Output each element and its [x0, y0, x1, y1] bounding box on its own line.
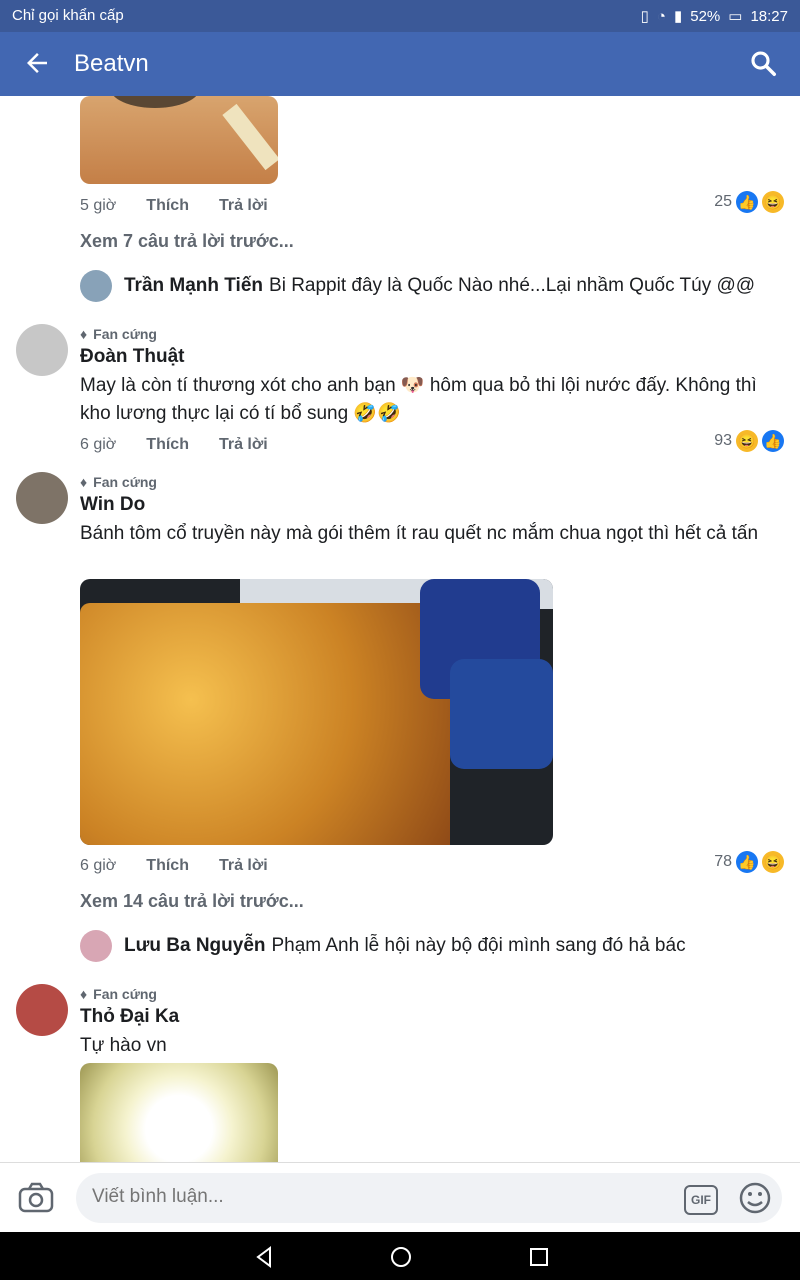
like-reaction-icon: 👍 — [736, 851, 758, 873]
like-button[interactable]: Thích — [146, 436, 189, 454]
reply-author: Lưu Ba Nguyễn — [124, 935, 266, 956]
nav-home-icon[interactable] — [390, 1246, 412, 1268]
fan-badge: ♦ Fan cứng — [80, 474, 157, 490]
haha-reaction-icon: 😆 — [762, 191, 784, 213]
reaction-number: 78 — [714, 853, 732, 870]
avatar[interactable] — [16, 324, 68, 376]
reaction-count[interactable]: 25 👍 😆 — [714, 191, 784, 213]
reply-text: Bi Rappit đây là Quốc Nào nhé...Lại nhầm… — [269, 275, 756, 296]
comment-author[interactable]: Win Do — [80, 494, 145, 516]
comment-actions: 5 giờ Thích Trả lời — [80, 197, 268, 215]
app-bar: Beatvn — [0, 32, 800, 96]
gif-icon[interactable]: GIF — [684, 1185, 718, 1215]
fan-badge: ♦ Fan cứng — [80, 986, 157, 1002]
battery-text: 52% — [690, 7, 721, 25]
status-icons: ▯ ◔ ▮ 52% ▭ 18:27 — [640, 7, 788, 26]
signal-icon: ▮ — [673, 8, 683, 25]
diamond-icon: ♦ — [80, 326, 88, 342]
reaction-count[interactable]: 93 😆 👍 — [714, 430, 784, 452]
avatar — [80, 930, 112, 962]
reaction-number: 25 — [714, 193, 732, 210]
comment-composer: GIF — [0, 1162, 800, 1233]
comment-time: 6 giờ — [80, 436, 117, 453]
comment-actions: 6 giờ Thích Trả lời — [80, 857, 268, 875]
comment-time: 6 giờ — [80, 857, 117, 874]
reply-author: Trần Mạnh Tiến — [124, 275, 264, 296]
carrier-text: Chỉ gọi khẩn cấp — [12, 7, 124, 24]
comment-photo-shrimp-cakes[interactable] — [80, 579, 553, 845]
back-arrow-icon[interactable] — [22, 48, 52, 78]
like-reaction-icon: 👍 — [762, 430, 784, 452]
comment-text: Tự hào vn — [80, 1035, 167, 1056]
comment-author[interactable]: Thỏ Đại Ka — [80, 1006, 179, 1028]
nav-recents-icon[interactable] — [529, 1247, 549, 1267]
comment-image-wood[interactable] — [80, 96, 278, 184]
avatar[interactable] — [16, 984, 68, 1036]
fan-badge: ♦ Fan cứng — [80, 326, 157, 342]
comment-text: May là còn tí thương xót cho anh bạn 🐶 h… — [80, 375, 757, 424]
comments-feed: 5 giờ Thích Trả lời 25 👍 😆 Xem 7 câu trả… — [0, 96, 800, 1162]
comment-actions: 6 giờ Thích Trả lời — [80, 436, 268, 454]
avatar — [80, 270, 112, 302]
reply-button[interactable]: Trả lời — [219, 197, 268, 215]
comment-author[interactable]: Đoàn Thuật — [80, 346, 185, 368]
haha-reaction-icon: 😆 — [762, 851, 784, 873]
reaction-number: 93 — [714, 432, 732, 449]
comment-input-container: GIF — [76, 1173, 782, 1223]
camera-icon[interactable] — [18, 1181, 54, 1215]
reply-preview[interactable]: Trần Mạnh Tiến Bi Rappit đây là Quốc Nào… — [80, 270, 755, 302]
wifi-icon: ◔ — [656, 7, 666, 25]
reaction-count[interactable]: 78 👍 😆 — [714, 851, 784, 873]
diamond-icon: ♦ — [80, 986, 88, 1002]
battery-icon: ▭ — [728, 8, 743, 25]
vibrate-icon: ▯ — [640, 8, 649, 25]
system-nav-bar — [0, 1232, 800, 1280]
haha-reaction-icon: 😆 — [736, 430, 758, 452]
search-icon[interactable] — [748, 48, 778, 78]
like-button[interactable]: Thích — [146, 197, 189, 215]
diamond-icon: ♦ — [80, 474, 88, 490]
avatar[interactable] — [16, 472, 68, 524]
time-text: 18:27 — [750, 7, 788, 25]
comment-input[interactable] — [90, 1185, 654, 1209]
like-button[interactable]: Thích — [146, 857, 189, 875]
reply-text: Phạm Anh lễ hội này bộ đội mình sang đó … — [271, 935, 686, 956]
reply-button[interactable]: Trả lời — [219, 857, 268, 875]
page-title: Beatvn — [74, 50, 149, 77]
status-bar: Chỉ gọi khẩn cấp ▯ ◔ ▮ 52% ▭ 18:27 — [0, 0, 800, 32]
reply-preview[interactable]: Lưu Ba Nguyễn Phạm Anh lễ hội này bộ đội… — [80, 930, 686, 962]
comment-text: Bánh tôm cổ truyền này mà gói thêm ít ra… — [80, 523, 759, 544]
like-reaction-icon: 👍 — [736, 191, 758, 213]
comment-time: 5 giờ — [80, 197, 117, 214]
nav-back-icon[interactable] — [254, 1246, 274, 1268]
comment-image-bright[interactable] — [80, 1063, 278, 1162]
view-previous-replies[interactable]: Xem 7 câu trả lời trước... — [80, 231, 294, 252]
emoji-icon[interactable] — [738, 1181, 772, 1215]
reply-button[interactable]: Trả lời — [219, 436, 268, 454]
view-previous-replies[interactable]: Xem 14 câu trả lời trước... — [80, 891, 304, 912]
